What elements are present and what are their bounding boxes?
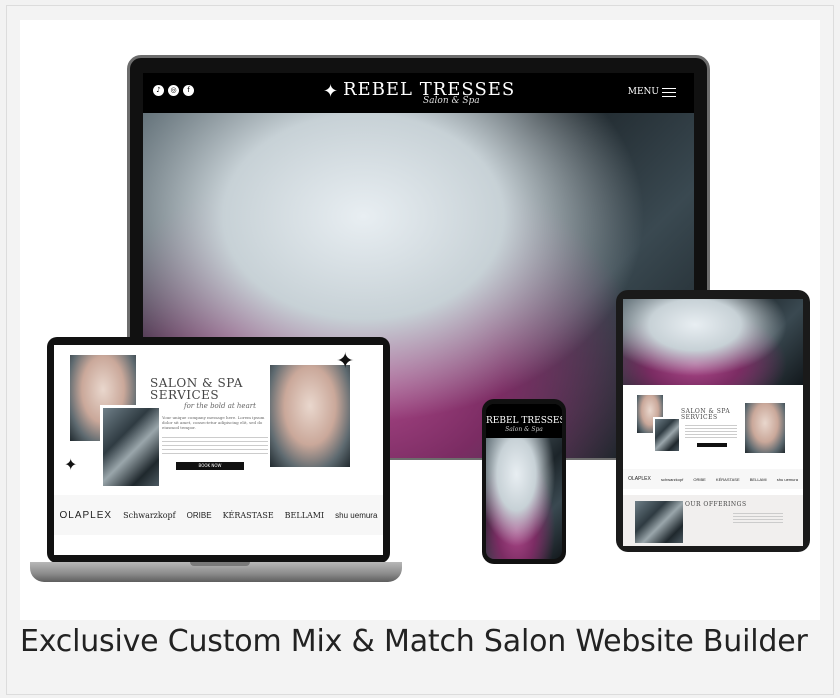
tiktok-icon[interactable]: ♪: [153, 85, 164, 96]
phone-logo-text: REBEL TRESSES: [486, 416, 562, 426]
services-intro: Your unique company message here. Lorem …: [162, 415, 265, 430]
sparkle-icon: ✦: [64, 455, 78, 474]
phone-logo-script: Salon & Spa: [505, 426, 543, 433]
site-header: ♪ ◎ f ✦ REBEL TRESSES Salon & Spa MENU: [143, 73, 694, 113]
tablet-offerings-title: OUR OFFERINGS: [685, 501, 747, 508]
phone-mockup: REBEL TRESSES Salon & Spa: [482, 399, 566, 564]
phone-screen: REBEL TRESSES Salon & Spa: [486, 404, 562, 559]
services-body-text: [162, 437, 268, 455]
brand-logo: OLAPLEX: [59, 509, 113, 521]
brand-logo: shu uemura: [335, 510, 378, 520]
tablet-hero-photo: [623, 299, 803, 385]
brand-strip: OLAPLEX Schwarzkopf ORIBE KÉRASTASE BELL…: [54, 495, 383, 535]
services-title-line2: SERVICES: [150, 388, 220, 402]
tablet-services-title-line2: SERVICES: [681, 414, 718, 421]
social-links: ♪ ◎ f: [153, 85, 194, 96]
tablet-offerings-text: [733, 513, 783, 525]
laptop-mockup: ✦ SALON & SPA SERVICES for the bold at h…: [47, 337, 390, 563]
brand-logo: BELLAMI: [749, 476, 767, 482]
brand-logo: OLAPLEX: [628, 476, 651, 482]
services-script: for the bold at heart: [184, 402, 256, 410]
services-photo-2: [100, 405, 162, 489]
phone-hero-photo: [486, 438, 562, 559]
logo-script: Salon & Spa: [423, 96, 480, 106]
laptop-base: [30, 562, 402, 582]
brand-logo: ORIBE: [693, 476, 706, 482]
tablet-offerings-section: OUR OFFERINGS: [623, 495, 803, 546]
tablet-offerings-photo: [635, 501, 683, 543]
brand-logo: schwarzkopf: [660, 476, 684, 482]
menu-label: MENU: [627, 87, 659, 97]
product-title[interactable]: Exclusive Custom Mix & Match Salon Websi…: [20, 624, 820, 659]
tablet-services-photo-2: [653, 417, 681, 453]
hamburger-icon: [662, 87, 676, 97]
brand-logo: Schwarzkopf: [123, 510, 176, 520]
menu-button[interactable]: MENU: [628, 87, 676, 97]
tablet-screen: SALON & SPA SERVICES OLAPLEX schwarzkopf…: [623, 299, 803, 546]
tablet-book-button[interactable]: [697, 443, 727, 447]
brand-logo: KÉRASTASE: [222, 510, 274, 520]
product-image: ♪ ◎ f ✦ REBEL TRESSES Salon & Spa MENU ✦…: [20, 20, 820, 620]
tablet-brand-strip: OLAPLEX schwarzkopf ORIBE KÉRASTASE BELL…: [623, 469, 803, 489]
instagram-icon[interactable]: ◎: [168, 85, 179, 96]
tablet-services-photo-3: [745, 403, 785, 453]
phone-header: REBEL TRESSES Salon & Spa: [486, 404, 562, 438]
site-logo[interactable]: ✦ REBEL TRESSES Salon & Spa: [323, 79, 543, 106]
laptop-screen: ✦ SALON & SPA SERVICES for the bold at h…: [54, 345, 383, 555]
brand-logo: ORIBE: [186, 510, 212, 520]
facebook-icon[interactable]: f: [183, 85, 194, 96]
brand-logo: KÉRASTASE: [715, 476, 740, 482]
tablet-mockup: SALON & SPA SERVICES OLAPLEX schwarzkopf…: [616, 290, 810, 552]
brand-logo: shu uemura: [776, 476, 798, 482]
book-now-button[interactable]: BOOK NOW: [176, 462, 244, 470]
services-photo-3: [270, 365, 350, 467]
sparkle-icon: ✦: [336, 349, 355, 374]
sparkle-icon: ✦: [323, 81, 339, 102]
tablet-services-text: [685, 425, 737, 439]
brand-logo: BELLAMI: [284, 510, 325, 520]
